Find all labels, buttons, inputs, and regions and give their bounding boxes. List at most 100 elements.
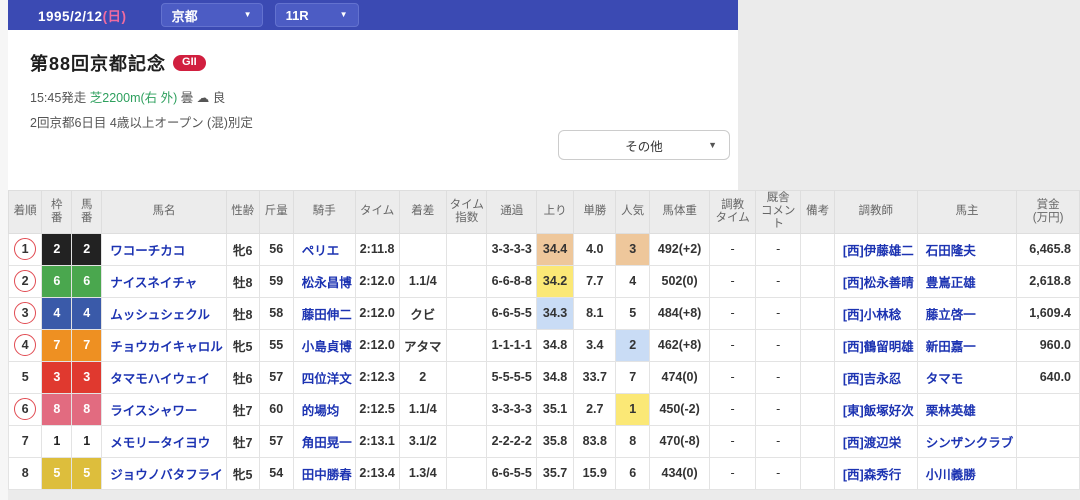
horse-name-link[interactable]: ムッシュシェクル <box>110 308 210 322</box>
trainer-link[interactable]: [東]飯塚好次 <box>843 404 914 418</box>
sex-age: 牡6 <box>225 360 260 394</box>
owner-link: 栗林英雄 <box>916 392 1018 426</box>
jockey-link[interactable]: 松永昌博 <box>302 276 352 290</box>
trainer-link: [西]小林稔 <box>833 296 918 330</box>
remarks <box>800 392 835 426</box>
other-dropdown[interactable]: その他 ▼ <box>558 130 730 160</box>
finish-position: 2 <box>7 264 43 298</box>
carried-weight: 58 <box>258 296 294 330</box>
margin: アタマ <box>398 328 448 362</box>
carried-weight: 59 <box>258 264 294 298</box>
jockey-link[interactable]: 田中勝春 <box>302 468 352 482</box>
popularity: 4 <box>615 264 650 298</box>
training-time: - <box>709 264 756 298</box>
remarks <box>800 328 835 362</box>
trainer-link[interactable]: [西]吉永忍 <box>843 372 901 386</box>
trainer-link[interactable]: [西]森秀行 <box>843 468 901 482</box>
race-header-panel: 第88回京都記念 GII 15:45発走 芝2200m(右 外) 曇 ☁ 良 2… <box>8 30 738 190</box>
race-date: 1995/2/12(日) <box>38 5 127 25</box>
training-time: - <box>709 392 756 426</box>
owner-link[interactable]: タマモ <box>926 372 964 386</box>
owner-link[interactable]: 新田嘉一 <box>926 340 976 354</box>
jockey-link[interactable]: 藤田伸二 <box>302 308 352 322</box>
last-3f-time: 34.3 <box>536 296 575 330</box>
race-meeting-line: 2回京都6日目 4歳以上オープン (混)別定 <box>30 116 253 130</box>
popularity: 7 <box>615 360 650 394</box>
finish-position: 4 <box>7 328 43 362</box>
finish-time: 2:11.8 <box>354 232 400 266</box>
remarks <box>800 264 835 298</box>
carried-weight: 60 <box>258 392 294 426</box>
owner-link[interactable]: シンザンクラブ <box>926 436 1014 450</box>
owner-link[interactable]: 藤立啓一 <box>926 308 976 322</box>
horse-name-link: ワコーチカコ <box>101 232 227 266</box>
col-header-12: 単勝 <box>573 190 617 234</box>
trainer-link[interactable]: [西]伊藤雄二 <box>843 244 914 258</box>
grade-badge: GII <box>173 55 206 71</box>
race-date-text: 1995/2/12 <box>38 9 103 24</box>
jockey-link[interactable]: 小島貞博 <box>302 340 352 354</box>
table-row: 7 1 1 メモリータイヨウ 牡7 57 角田晃一 2:13.1 3.1/2 2-2-2-2 35.… <box>7 424 1080 458</box>
trainer-link[interactable]: [西]松永善晴 <box>843 276 914 290</box>
prize-money: 2,618.8 <box>1016 264 1080 298</box>
venue-dropdown[interactable]: 京都 ▼ <box>160 3 263 27</box>
finish-position: 8 <box>7 456 43 490</box>
margin: 3.1/2 <box>398 424 448 458</box>
col-header-20: 賞金 (万円) <box>1016 190 1080 234</box>
owner-link: 藤立啓一 <box>916 296 1018 330</box>
stable-comment: - <box>754 232 802 266</box>
horse-name-link[interactable]: ワコーチカコ <box>110 244 185 258</box>
jockey-link[interactable]: 四位洋文 <box>302 372 352 386</box>
jockey-link[interactable]: 的場均 <box>302 404 340 418</box>
margin: クビ <box>398 296 448 330</box>
horse-name-link[interactable]: チョウカイキャロル <box>110 340 223 354</box>
race-number-dropdown[interactable]: 11R ▼ <box>274 3 359 27</box>
trainer-link[interactable]: [西]小林稔 <box>843 308 901 322</box>
owner-link[interactable]: 小川義勝 <box>926 468 976 482</box>
trainer-link[interactable]: [西]渡辺栄 <box>843 436 901 450</box>
margin: 1.1/4 <box>398 392 448 426</box>
last-3f-time: 34.8 <box>536 360 575 394</box>
frame-number: 1 <box>41 424 73 458</box>
stable-comment: - <box>754 328 802 362</box>
col-header-14: 馬体重 <box>648 190 711 234</box>
frame-number: 3 <box>41 360 73 394</box>
caret-down-icon: ▼ <box>708 140 717 150</box>
table-row: 3 4 4 ムッシュシェクル 牡8 58 藤田伸二 2:12.0 クビ 6-6-5-5 34.3 8.… <box>7 296 1080 330</box>
trainer-link: [西]伊藤雄二 <box>833 232 918 266</box>
horse-number: 8 <box>71 392 103 426</box>
popularity: 3 <box>615 232 650 266</box>
race-result-table: 着順枠 番馬 番馬名 性齢 斤量 騎手 タイム 着差 タイム 指数 通過 上り 単勝 人気 馬体重 調教… <box>7 190 1080 490</box>
rank-circle: 3 <box>14 302 37 325</box>
horse-name-link[interactable]: タマモハイウェイ <box>110 372 210 386</box>
trainer-link[interactable]: [西]鶴留明雄 <box>843 340 914 354</box>
finish-time: 2:12.0 <box>354 296 400 330</box>
rank-circle: 1 <box>14 238 37 261</box>
horse-name-link[interactable]: ジョウノバタフライ <box>110 468 223 482</box>
passing-order: 3-3-3-3 <box>486 232 538 266</box>
jockey-link[interactable]: ペリエ <box>302 244 340 258</box>
trainer-link: [西]吉永忍 <box>833 360 918 394</box>
sex-age: 牝6 <box>225 232 260 266</box>
owner-link[interactable]: 石田隆夫 <box>926 244 976 258</box>
finish-time: 2:13.1 <box>354 424 400 458</box>
win-odds: 4.0 <box>573 232 617 266</box>
col-header-19: 馬主 <box>916 190 1018 234</box>
carried-weight: 57 <box>258 360 294 394</box>
race-title-row: 第88回京都記念 GII <box>8 30 738 76</box>
col-header-5: 斤量 <box>258 190 294 234</box>
horse-name-link[interactable]: メモリータイヨウ <box>110 436 210 450</box>
horse-name-link: ライスシャワー <box>101 392 227 426</box>
finish-time: 2:12.0 <box>354 264 400 298</box>
last-3f-time: 34.2 <box>536 264 575 298</box>
horse-name-link[interactable]: ナイスネイチャ <box>110 276 197 290</box>
jockey-link[interactable]: 角田晃一 <box>302 436 352 450</box>
col-header-15: 調教 タイム <box>709 190 756 234</box>
finish-position: 1 <box>7 232 43 266</box>
table-row: 6 8 8 ライスシャワー 牡7 60 的場均 2:12.5 1.1/4 3-3-3-3 35.1 2… <box>7 392 1080 426</box>
owner-link[interactable]: 豊嶌正雄 <box>926 276 976 290</box>
frame-number: 4 <box>41 296 73 330</box>
horse-name-link[interactable]: ライスシャワー <box>110 404 197 418</box>
owner-link[interactable]: 栗林英雄 <box>926 404 976 418</box>
margin: 2 <box>398 360 448 394</box>
